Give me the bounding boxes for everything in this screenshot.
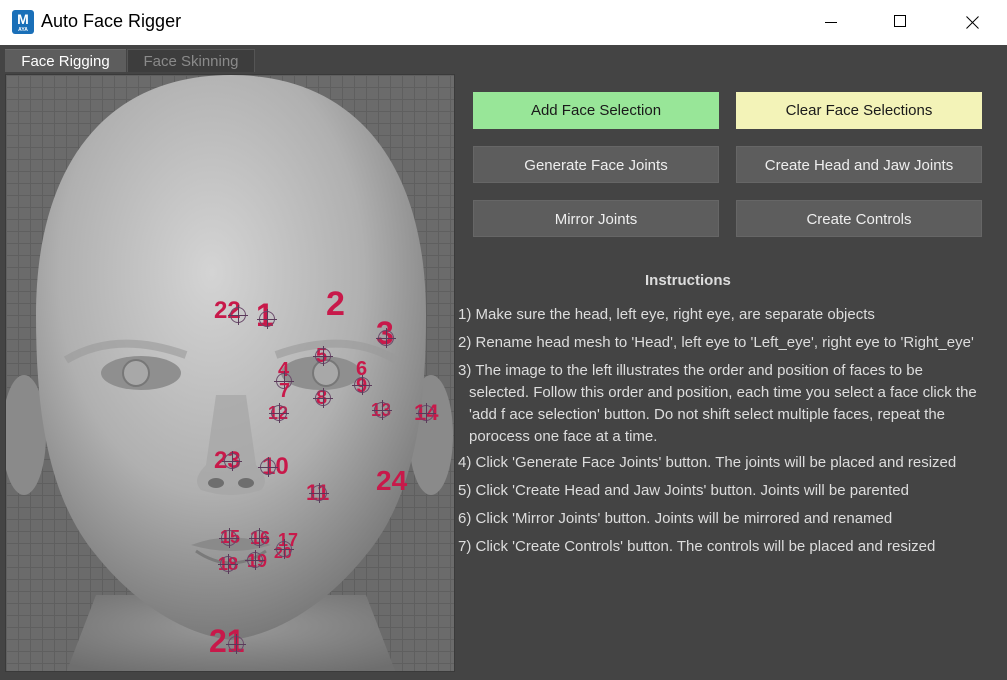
instruction-step-6: 6) Click 'Mirror Joints' button. Joints …: [458, 510, 893, 527]
instruction-step-2: 2) Rename head mesh to 'Head', left eye …: [458, 334, 974, 351]
tab-face-rigging[interactable]: Face Rigging: [5, 49, 126, 73]
target-icon: [269, 403, 289, 423]
target-icon: [228, 305, 248, 325]
instruction-step-3-line-4: porocess one face at a time.: [469, 428, 658, 445]
add-face-selection-button[interactable]: Add Face Selection: [473, 92, 719, 129]
target-icon: [376, 328, 396, 348]
instructions-heading: Instructions: [645, 272, 731, 289]
instruction-step-1: 1) Make sure the head, left eye, right e…: [458, 306, 875, 323]
instruction-step-7: 7) Click 'Create Controls' button. The c…: [458, 538, 936, 555]
mirror-joints-button[interactable]: Mirror Joints: [473, 200, 719, 237]
instruction-step-3-line-2: selected. Follow this order and position…: [469, 384, 977, 401]
create-controls-button[interactable]: Create Controls: [736, 200, 982, 237]
maya-app-icon: M AYA: [12, 10, 34, 34]
target-icon: [258, 457, 278, 477]
target-icon: [416, 403, 436, 423]
tab-bar: Face Rigging Face Skinning: [0, 45, 1007, 73]
target-icon: [372, 400, 392, 420]
instruction-step-4: 4) Click 'Generate Face Joints' button. …: [458, 454, 957, 471]
target-icon: [257, 309, 277, 329]
clear-face-selections-button[interactable]: Clear Face Selections: [736, 92, 982, 129]
target-icon: [219, 528, 239, 548]
target-icon: [218, 554, 238, 574]
instruction-step-5: 5) Click 'Create Head and Jaw Joints' bu…: [458, 482, 909, 499]
target-icon: [313, 346, 333, 366]
target-icon: [226, 634, 246, 654]
maximize-icon[interactable]: [878, 0, 924, 45]
instruction-step-3: 3) The image to the left illustrates the…: [458, 360, 998, 448]
face-marker-24: 24: [376, 465, 408, 496]
create-head-jaw-joints-button[interactable]: Create Head and Jaw Joints: [736, 146, 982, 183]
face-marker-2: 2: [326, 285, 345, 323]
target-icon: [309, 483, 329, 503]
target-icon: [274, 539, 294, 559]
target-icon: [352, 375, 372, 395]
close-icon[interactable]: [948, 0, 994, 45]
target-icon: [249, 528, 269, 548]
minimize-icon[interactable]: [808, 0, 854, 45]
tab-face-skinning[interactable]: Face Skinning: [127, 49, 255, 73]
face-render: [6, 75, 453, 671]
tab-content: 22 1 2 3 4 5 6 7 8 9 12 13 14 23 10 11 2…: [0, 72, 1007, 680]
target-icon: [313, 388, 333, 408]
target-icon: [222, 451, 242, 471]
window-title: Auto Face Rigger: [41, 11, 182, 31]
instruction-step-3-line-3: 'add f ace selection' button. Do not shi…: [469, 406, 946, 423]
face-marker-7: 7: [279, 380, 291, 402]
generate-face-joints-button[interactable]: Generate Face Joints: [473, 146, 719, 183]
app-icon-sub: AYA: [18, 27, 28, 33]
target-icon: [245, 550, 265, 570]
face-reference-image: 22 1 2 3 4 5 6 7 8 9 12 13 14 23 10 11 2…: [5, 74, 455, 672]
title-bar: M AYA Auto Face Rigger: [0, 0, 1007, 45]
instruction-step-3-line-1: 3) The image to the left illustrates the…: [458, 362, 923, 379]
